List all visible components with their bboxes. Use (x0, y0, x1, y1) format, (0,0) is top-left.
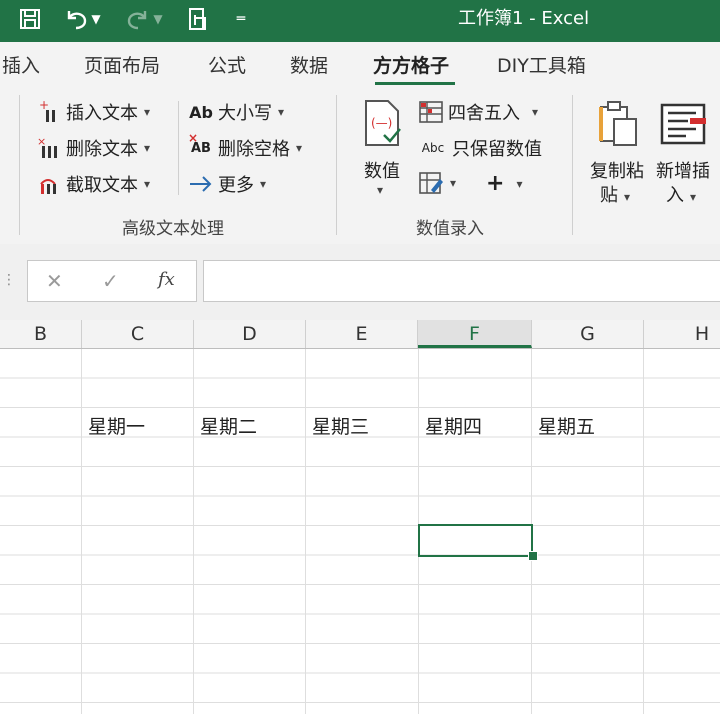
new-insert-label-1: 新增插 (656, 161, 710, 182)
cell-c-monday[interactable]: 星期一 (88, 412, 145, 439)
more-label: 更多 (218, 175, 254, 196)
ribbon-separator (336, 95, 337, 235)
more-button[interactable]: 更多 ▾ (188, 171, 266, 197)
tab-data[interactable]: 数据 (290, 51, 328, 78)
enter-icon[interactable]: ✓ (102, 269, 119, 293)
extract-text-icon (36, 172, 62, 196)
worksheet-grid[interactable] (0, 349, 720, 714)
formula-buttons: ✕ ✓ fx (27, 260, 197, 302)
delete-text-icon: × (36, 136, 62, 160)
tab-formulas[interactable]: 公式 (208, 51, 246, 78)
insert-text-icon: + (36, 100, 62, 124)
cell-d-tuesday[interactable]: 星期二 (200, 412, 257, 439)
delete-spaces-label: 删除空格 (218, 139, 290, 160)
new-insert-button[interactable]: 新增插 入 ▾ (652, 95, 718, 206)
extract-text-label: 截取文本 (66, 175, 138, 196)
new-insert-label-2: 入 ▾ (666, 185, 697, 206)
round-button[interactable]: 四舍五入 ▾ (418, 99, 538, 125)
formula-input[interactable] (203, 260, 720, 302)
column-header-c[interactable]: C (82, 320, 194, 348)
formula-bar-area: ⋮ ✕ ✓ fx (0, 244, 720, 320)
ribbon-separator (178, 101, 179, 195)
save-icon[interactable] (14, 4, 46, 34)
arrow-right-icon (188, 174, 214, 194)
new-insert-icon (660, 103, 708, 149)
insert-text-button[interactable]: + 插入文本 ▾ (36, 99, 150, 125)
clipboard-icon (598, 99, 640, 151)
fill-handle[interactable] (528, 551, 538, 561)
title-bar: ▼ ▼ ═ 工作簿1 - Excel (0, 0, 720, 42)
copy-paste-label-1: 复制粘 (590, 161, 644, 182)
delete-spaces-button[interactable]: × AB 删除空格 ▾ (188, 130, 302, 161)
touch-mode-icon[interactable] (182, 4, 214, 34)
value-label: 数值 (364, 161, 400, 182)
ribbon: + 插入文本 ▾ × 删除文本 ▾ 截取文本 ▾ Ab 大小写 ▾ × AB 删除空格 ▾ … (0, 87, 720, 245)
column-header-g[interactable]: G (532, 320, 644, 348)
active-cell-selection[interactable] (418, 524, 533, 557)
column-header-h[interactable]: H (644, 320, 720, 348)
ribbon-separator (19, 95, 20, 235)
undo-icon[interactable]: ▼ (58, 4, 106, 34)
case-icon: Ab (189, 102, 213, 122)
tab-diy-toolbox[interactable]: DIY工具箱 (497, 51, 586, 78)
round-label: 四舍五入 (448, 103, 520, 124)
change-case-label: 大小写 (218, 103, 272, 124)
redo-icon[interactable]: ▼ (120, 4, 168, 34)
window-title: 工作簿1 - Excel (458, 8, 590, 29)
keep-values-label: 只保留数值 (452, 139, 542, 160)
plus-icon: + (486, 171, 505, 196)
cell-e-wednesday[interactable]: 星期三 (312, 412, 369, 439)
value-icon: (—) (362, 99, 402, 151)
column-header-b[interactable]: B (0, 320, 82, 348)
round-icon (418, 100, 444, 124)
edit-options-button[interactable]: ▾ (418, 171, 456, 195)
ribbon-tabs: 插入 页面布局 公式 数据 方方格子 DIY工具箱 (0, 42, 720, 87)
keep-values-button[interactable]: Abc 只保留数值 (418, 135, 542, 161)
value-button[interactable]: (—) 数值 ▾ (356, 95, 408, 203)
edit-grid-icon (418, 171, 444, 195)
keep-values-icon: Abc (421, 141, 445, 155)
delete-text-button[interactable]: × 删除文本 ▾ (36, 135, 150, 161)
group-label-advanced-text: 高级文本处理 (122, 219, 224, 239)
active-tab-indicator (375, 82, 455, 85)
delete-text-label: 删除文本 (66, 139, 138, 160)
delete-spaces-icon: × AB (188, 130, 211, 156)
add-button[interactable]: + ▾ (486, 171, 522, 196)
insert-text-label: 插入文本 (66, 103, 138, 124)
cell-g-friday[interactable]: 星期五 (538, 412, 595, 439)
column-headers: B C D E F G H (0, 320, 720, 349)
svg-text:(—): (—) (371, 116, 392, 130)
extract-text-button[interactable]: 截取文本 ▾ (36, 171, 150, 197)
column-header-e[interactable]: E (306, 320, 418, 348)
tab-page-layout[interactable]: 页面布局 (84, 51, 160, 78)
cell-f-thursday[interactable]: 星期四 (425, 412, 482, 439)
copy-paste-label-2: 贴 ▾ (600, 185, 631, 206)
tab-fangfanggezi[interactable]: 方方格子 (373, 51, 449, 78)
change-case-button[interactable]: Ab 大小写 ▾ (188, 99, 284, 125)
cancel-icon[interactable]: ✕ (46, 269, 63, 293)
column-header-f[interactable]: F (418, 320, 532, 348)
ribbon-separator (572, 95, 573, 235)
column-header-d[interactable]: D (194, 320, 306, 348)
group-label-number-entry: 数值录入 (416, 219, 484, 239)
insert-function-icon[interactable]: fx (158, 269, 175, 290)
drag-handle-icon[interactable]: ⋮ (2, 272, 16, 288)
copy-paste-button[interactable]: 复制粘 贴 ▾ (586, 95, 650, 206)
chevron-down-icon: ▾ (377, 183, 384, 197)
customize-icon[interactable]: ═ (226, 4, 256, 34)
tab-insert[interactable]: 插入 (2, 51, 40, 78)
